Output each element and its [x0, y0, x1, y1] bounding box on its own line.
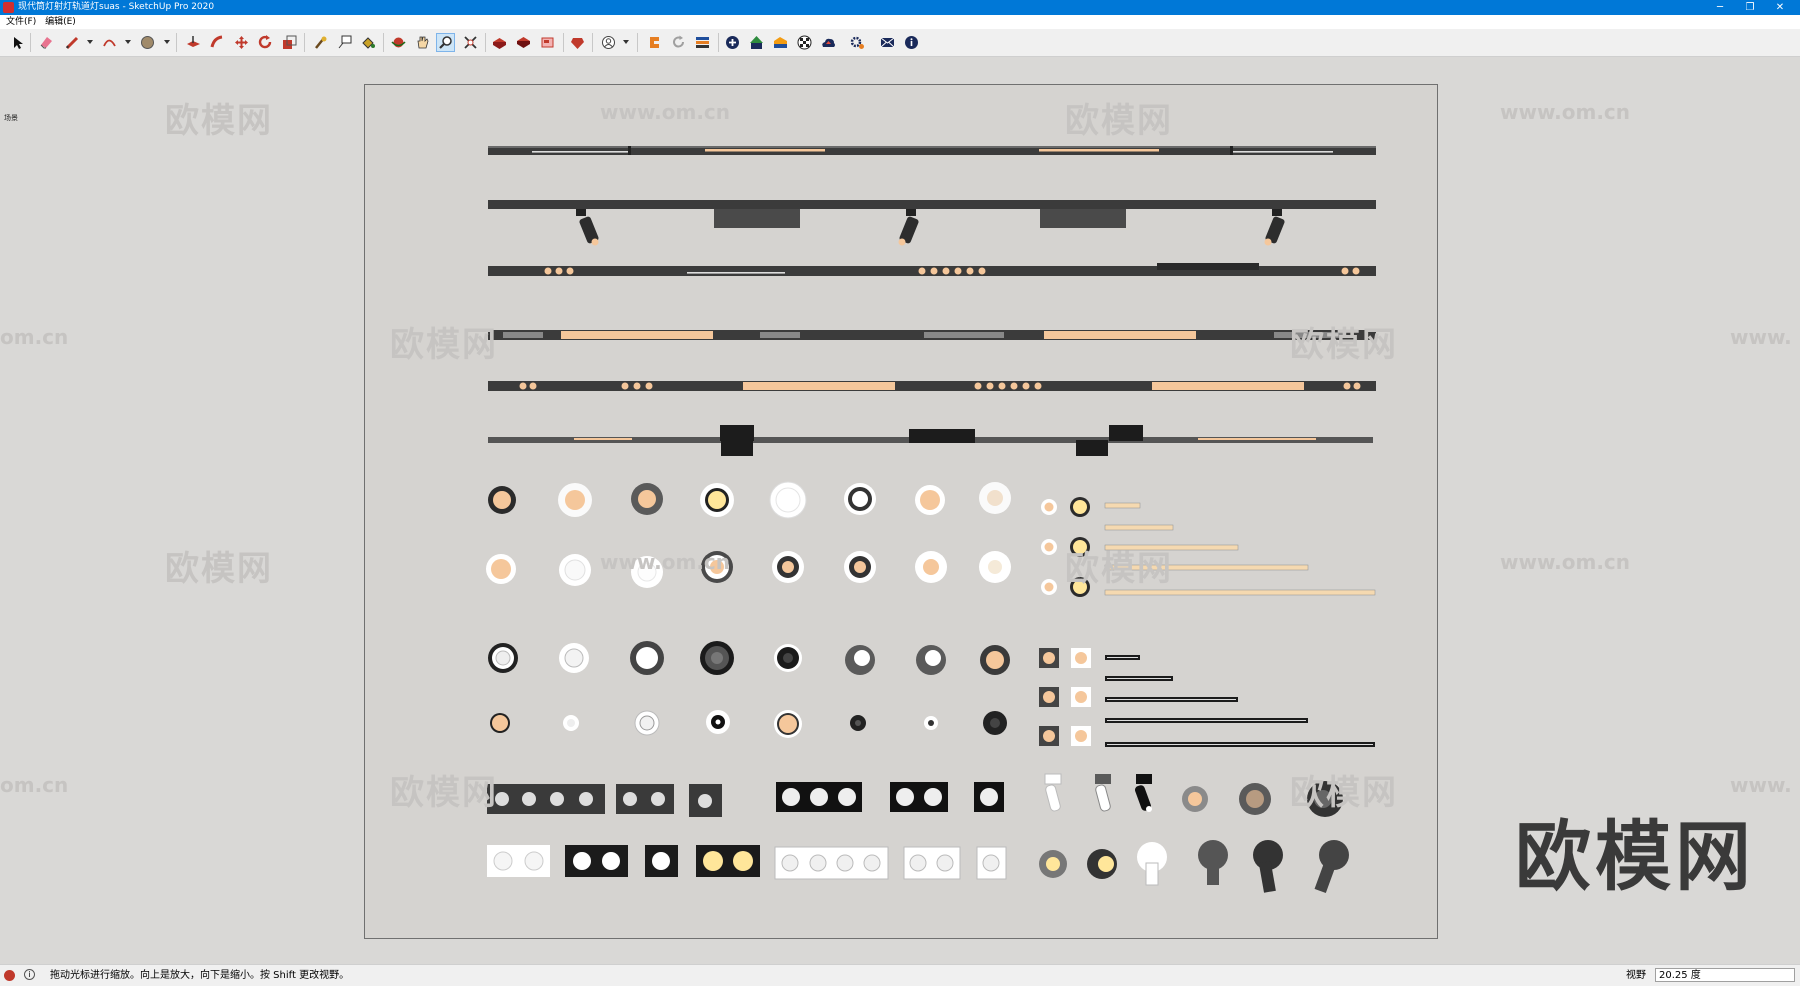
watermark-url: om.cn — [0, 325, 69, 349]
title-bar: 现代筒灯射灯轨道灯suas - SketchUp Pro 2020 ─ ❐ ✕ — [0, 0, 1800, 15]
material-icon[interactable] — [771, 33, 790, 52]
export-icon[interactable] — [693, 33, 712, 52]
toolbar-separator — [383, 33, 384, 52]
layout-icon[interactable] — [538, 33, 557, 52]
status-bar: i 拖动光标进行缩放。向上是放大，向下是缩小。按 Shift 更改视野。 视野 … — [0, 964, 1800, 986]
watermark-logo: 欧模网 — [1065, 549, 1173, 589]
brand-logo: 欧模网 — [1515, 812, 1755, 901]
watermark-url: www.om.cn — [1500, 100, 1631, 124]
toolbar-separator — [718, 33, 719, 52]
menu-file[interactable]: 文件(F) — [6, 17, 36, 27]
measurement-input[interactable]: 20.25 度 — [1655, 968, 1795, 982]
scene-label: 场景 — [4, 114, 18, 122]
select-icon[interactable] — [8, 33, 27, 52]
square-downlights — [1039, 648, 1091, 746]
watermark-logo: 欧模网 — [1065, 101, 1173, 141]
zoom-extents-icon[interactable] — [461, 33, 480, 52]
info-icon[interactable] — [902, 33, 921, 52]
toolbar — [0, 29, 1800, 57]
grille-lights-dark — [487, 782, 1004, 817]
close-button[interactable]: ✕ — [1765, 0, 1795, 15]
watermark-url: www.om.cn — [1500, 550, 1631, 574]
grille-lights-light — [487, 845, 1007, 880]
refresh-icon[interactable] — [669, 33, 688, 52]
watermark-logo: 欧模网 — [390, 773, 498, 813]
track-light-row-1 — [488, 146, 1376, 155]
paint-icon[interactable] — [359, 33, 378, 52]
toolbar-separator — [563, 33, 564, 52]
minimize-button[interactable]: ─ — [1705, 0, 1735, 15]
track-light-row-5 — [488, 381, 1376, 391]
linear-strip-bars-dark — [1105, 655, 1375, 747]
watermark-logo: 欧模网 — [390, 325, 498, 365]
followme-icon[interactable] — [208, 33, 227, 52]
toolbar-separator — [304, 33, 305, 52]
tree-icon[interactable] — [747, 33, 766, 52]
account-icon[interactable] — [599, 33, 618, 52]
downlight-row-c — [488, 641, 1010, 675]
zoom-icon[interactable] — [436, 33, 455, 52]
toolbar-separator — [30, 33, 31, 52]
info-status-icon[interactable]: i — [24, 969, 35, 980]
lighting-models — [486, 146, 1376, 894]
watermark-url: www.om.cn — [600, 550, 731, 574]
text-icon[interactable] — [335, 33, 354, 52]
chevron-down-icon[interactable] — [125, 40, 131, 44]
mail-icon[interactable] — [878, 33, 897, 52]
scale-icon[interactable] — [280, 33, 299, 52]
orbit-icon[interactable] — [389, 33, 408, 52]
toolbar-separator — [637, 33, 638, 52]
ruby-icon[interactable] — [568, 33, 587, 52]
pan-icon[interactable] — [413, 33, 432, 52]
checker-icon[interactable] — [795, 33, 814, 52]
watermark-logo: 欧模网 — [1290, 773, 1398, 813]
track-spotlight — [576, 209, 599, 246]
window-title: 现代筒灯射灯轨道灯suas - SketchUp Pro 2020 — [18, 2, 215, 12]
upload-icon[interactable] — [819, 33, 838, 52]
measurement-label: 视野 — [1626, 970, 1646, 981]
watermark-logo: 欧模网 — [1290, 325, 1398, 365]
watermark-logo: 欧模网 — [165, 549, 273, 589]
restore-button[interactable]: ❐ — [1735, 0, 1765, 15]
watermark-url: www.om.cn — [600, 100, 731, 124]
track-light-row-6 — [488, 425, 1373, 456]
downlight-row-a — [488, 481, 1090, 519]
pencil-icon[interactable] — [63, 33, 82, 52]
chevron-down-icon[interactable] — [87, 40, 93, 44]
watermark-url: om.cn — [0, 773, 69, 797]
plugin-icon[interactable] — [645, 33, 664, 52]
menu-bar: 文件(F) 编辑(E) — [0, 15, 1800, 29]
add-icon[interactable] — [723, 33, 742, 52]
tape-icon[interactable] — [311, 33, 330, 52]
track-light-row-3 — [488, 263, 1376, 276]
warehouse-icon[interactable] — [490, 33, 509, 52]
chevron-down-icon[interactable] — [623, 40, 629, 44]
toolbar-separator — [592, 33, 593, 52]
model-sheet[interactable] — [364, 84, 1438, 939]
track-spotlight — [898, 209, 919, 246]
status-message: 拖动光标进行缩放。向上是放大，向下是缩小。按 Shift 更改视野。 — [50, 970, 350, 981]
arc-icon[interactable] — [100, 33, 119, 52]
shape-icon[interactable] — [138, 33, 157, 52]
watermark-logo: 欧模网 — [165, 101, 273, 141]
extension-icon[interactable] — [514, 33, 533, 52]
move-icon[interactable] — [232, 33, 251, 52]
sketchup-app-icon — [3, 2, 14, 13]
pushpull-icon[interactable] — [184, 33, 203, 52]
settings-icon[interactable] — [848, 33, 867, 52]
toolbar-separator — [176, 33, 177, 52]
track-light-row-4 — [488, 330, 1376, 340]
toolbar-separator — [485, 33, 486, 52]
downlight-row-d — [490, 710, 1007, 738]
track-light-row-2 — [488, 200, 1376, 246]
rotate-icon[interactable] — [256, 33, 275, 52]
watermark-url: www. — [1730, 773, 1792, 797]
chevron-down-icon[interactable] — [164, 40, 170, 44]
geo-location-icon[interactable] — [4, 970, 15, 981]
watermark-url: www. — [1730, 325, 1792, 349]
menu-edit[interactable]: 编辑(E) — [45, 17, 76, 27]
downlight-row-b — [486, 537, 1090, 597]
track-spotlight — [1264, 209, 1285, 246]
eraser-icon[interactable] — [37, 33, 56, 52]
